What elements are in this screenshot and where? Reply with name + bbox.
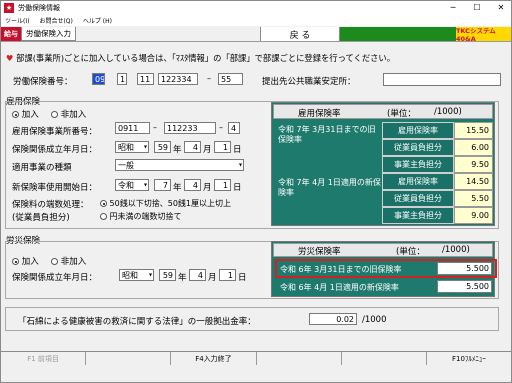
close-icon[interactable]: ✕ [495, 2, 507, 14]
wc-est-era-select[interactable]: 昭和 ▾ [119, 269, 154, 281]
payroll-logo: 給与 [1, 27, 21, 41]
notice-text: 部課(事業所)ごとに加入している場合は、「ﾏｽﾀ情報」の「部課」で部課ごとに登録… [16, 53, 396, 63]
emp-old-rate-label: 令和 7年 3月31日までの旧保険率 [278, 125, 376, 144]
office-label: 提出先公共職業安定所： [262, 77, 356, 87]
emp-est-day[interactable]: 1 [214, 141, 231, 153]
rounding-label-sub: (従業員負担分) [12, 213, 70, 223]
tab-labour-insurance[interactable]: 労働保険入力 [21, 27, 76, 41]
office-input[interactable] [383, 73, 501, 86]
emp-new-row-rate: 雇用保険率 [382, 173, 454, 190]
asbestos-rate-input[interactable]: 0.02 [309, 313, 357, 325]
chevron-down-icon: ▾ [148, 271, 152, 279]
title-bar: ★ 労働保険情報 ─ ☐ ✕ [1, 1, 511, 15]
wc-new-rate-value[interactable]: 5.500 [437, 280, 492, 293]
menu-tools[interactable]: ツール(I) [5, 16, 29, 25]
employment-join-radio[interactable] [12, 111, 19, 118]
wc-est-year[interactable]: 59 [159, 269, 176, 281]
office-no-1[interactable]: 0911 [115, 122, 150, 134]
newrate-day[interactable]: 1 [214, 179, 231, 191]
emp-est-label: 保険関係成立年月日： [12, 145, 98, 155]
tkc-logo: TKCシステム40&A [456, 27, 511, 43]
emp-est-month[interactable]: 4 [184, 141, 201, 153]
toolbar: 給与 労働保険入力 戻 る TKCシステム40&A [1, 27, 511, 43]
office-no-label: 雇用保険事業所番号： [12, 127, 98, 137]
wc-est-label: 保険関係成立年月日： [12, 273, 98, 283]
chevron-down-icon: ▾ [143, 181, 147, 189]
emp-new-rate-value: 14.50 [454, 173, 493, 190]
labour-number-label: 労働保険番号： [13, 77, 73, 87]
f1-prev-button[interactable]: F1 前項目 [1, 352, 87, 365]
labour-number-prefecture[interactable]: 09 [92, 73, 105, 85]
heart-icon: ♥ [6, 53, 14, 63]
emp-est-era-select[interactable]: 昭和 ▾ [115, 141, 149, 153]
menu-inquiry[interactable]: お問合せ(Q) [39, 16, 72, 25]
chevron-down-icon: ▾ [238, 161, 242, 169]
emp-est-year[interactable]: 59 [154, 141, 171, 153]
business-type-select[interactable]: 一般 ▾ [115, 159, 244, 171]
notice: ♥ 部課(事業所)ごとに加入している場合は、「ﾏｽﾀ情報」の「部課」で部課ごとに… [6, 52, 395, 64]
app-window: ★ 労働保険情報 ─ ☐ ✕ ツール(I) お問合せ(Q) ヘルプ (H) 給与… [0, 0, 512, 383]
maximize-icon[interactable]: ☐ [471, 2, 483, 14]
chevron-down-icon: ▾ [143, 143, 147, 151]
business-type-label: 適用事業の種類 [12, 163, 72, 173]
rounding-label: 保険料の端数処理： [12, 200, 89, 210]
rounding-opt1-label: 50銭以下切捨、50銭1厘以上切上 [109, 199, 231, 208]
workers-nojoin-label: 非加入 [60, 257, 87, 267]
office-no-3[interactable]: 4 [228, 122, 240, 134]
f-key-blank-1[interactable] [257, 352, 342, 365]
f2-key[interactable] [86, 352, 172, 365]
employment-nojoin-radio[interactable] [51, 111, 58, 118]
menu-bar: ツール(I) お問合せ(Q) ヘルプ (H) [1, 15, 511, 26]
office-no-2[interactable]: 112233 [164, 122, 216, 134]
labour-number-branch[interactable]: 55 [218, 73, 243, 85]
labour-number-jurisdiction[interactable]: 11 [137, 73, 154, 85]
asbestos-label: 「石綿による健康被害の救済に関する法律」の一般拠出金率： [18, 317, 256, 327]
emp-rate-header-title: 雇用保険率 [298, 109, 341, 119]
window-title: 労働保険情報 [18, 4, 60, 12]
menu-help[interactable]: ヘルプ (H) [83, 16, 112, 25]
app-icon: ★ [4, 3, 14, 13]
employment-nojoin-label: 非加入 [60, 110, 87, 120]
wc-new-rate-label: 令和 6年 4月 1日適用の新保険率 [280, 283, 399, 292]
emp-old-row-employee: 従業員負担分 [382, 139, 454, 156]
labour-number-main[interactable]: 122334 [158, 73, 198, 85]
newrate-era-select[interactable]: 令和 ▾ [115, 179, 149, 191]
emp-new-employee-value: 5.50 [454, 190, 493, 207]
emp-old-row-employer: 事業主負担分 [382, 156, 454, 173]
emp-new-rate-label: 令和 7年 4月 1日適用の新保険率 [278, 178, 381, 197]
function-key-bar: F1 前項目 F4入力終了 F10ﾌﾙﾒﾆｭｰ [1, 351, 511, 365]
emp-new-employer-value: 9.00 [454, 207, 493, 224]
back-button[interactable]: 戻 る [260, 27, 340, 41]
wc-est-day[interactable]: 1 [219, 269, 236, 281]
emp-old-rate-value: 15.50 [454, 122, 493, 139]
f4-finish-button[interactable]: F4入力終了 [171, 352, 257, 365]
emp-new-row-employee: 従業員負担分 [382, 190, 454, 207]
rounding-opt2-radio[interactable] [100, 213, 107, 220]
f-key-blank-2[interactable] [342, 352, 427, 365]
newrate-year[interactable]: 7 [154, 179, 171, 191]
newrate-start-label: 新保険率使用開始日： [12, 183, 98, 193]
wc-old-rate-label: 令和 6年 3月31日までの旧保険率 [280, 265, 402, 274]
f10-menu-button[interactable]: F10ﾌﾙﾒﾆｭｰ [427, 352, 511, 365]
minimize-icon[interactable]: ─ [447, 2, 459, 14]
rounding-opt2-label: 円未満の端数切捨て [109, 212, 182, 221]
emp-old-row-rate: 雇用保険率 [382, 122, 454, 139]
employment-join-label: 加入 [21, 110, 39, 120]
workers-nojoin-radio[interactable] [51, 258, 58, 265]
newrate-month[interactable]: 4 [184, 179, 201, 191]
workers-join-radio[interactable] [12, 258, 19, 265]
workers-join-label: 加入 [21, 257, 39, 267]
toolbar-banner [340, 27, 456, 41]
wc-est-month[interactable]: 4 [189, 269, 206, 281]
rounding-opt1-radio[interactable] [100, 200, 107, 207]
emp-new-row-employer: 事業主負担分 [382, 207, 454, 224]
labour-number-class[interactable]: 1 [117, 73, 127, 85]
wc-old-rate-value[interactable]: 5.500 [437, 262, 492, 275]
emp-old-employer-value: 9.50 [454, 156, 493, 173]
wc-rate-header-title: 労災保険率 [298, 247, 341, 257]
emp-old-employee-value: 6.00 [454, 139, 493, 156]
